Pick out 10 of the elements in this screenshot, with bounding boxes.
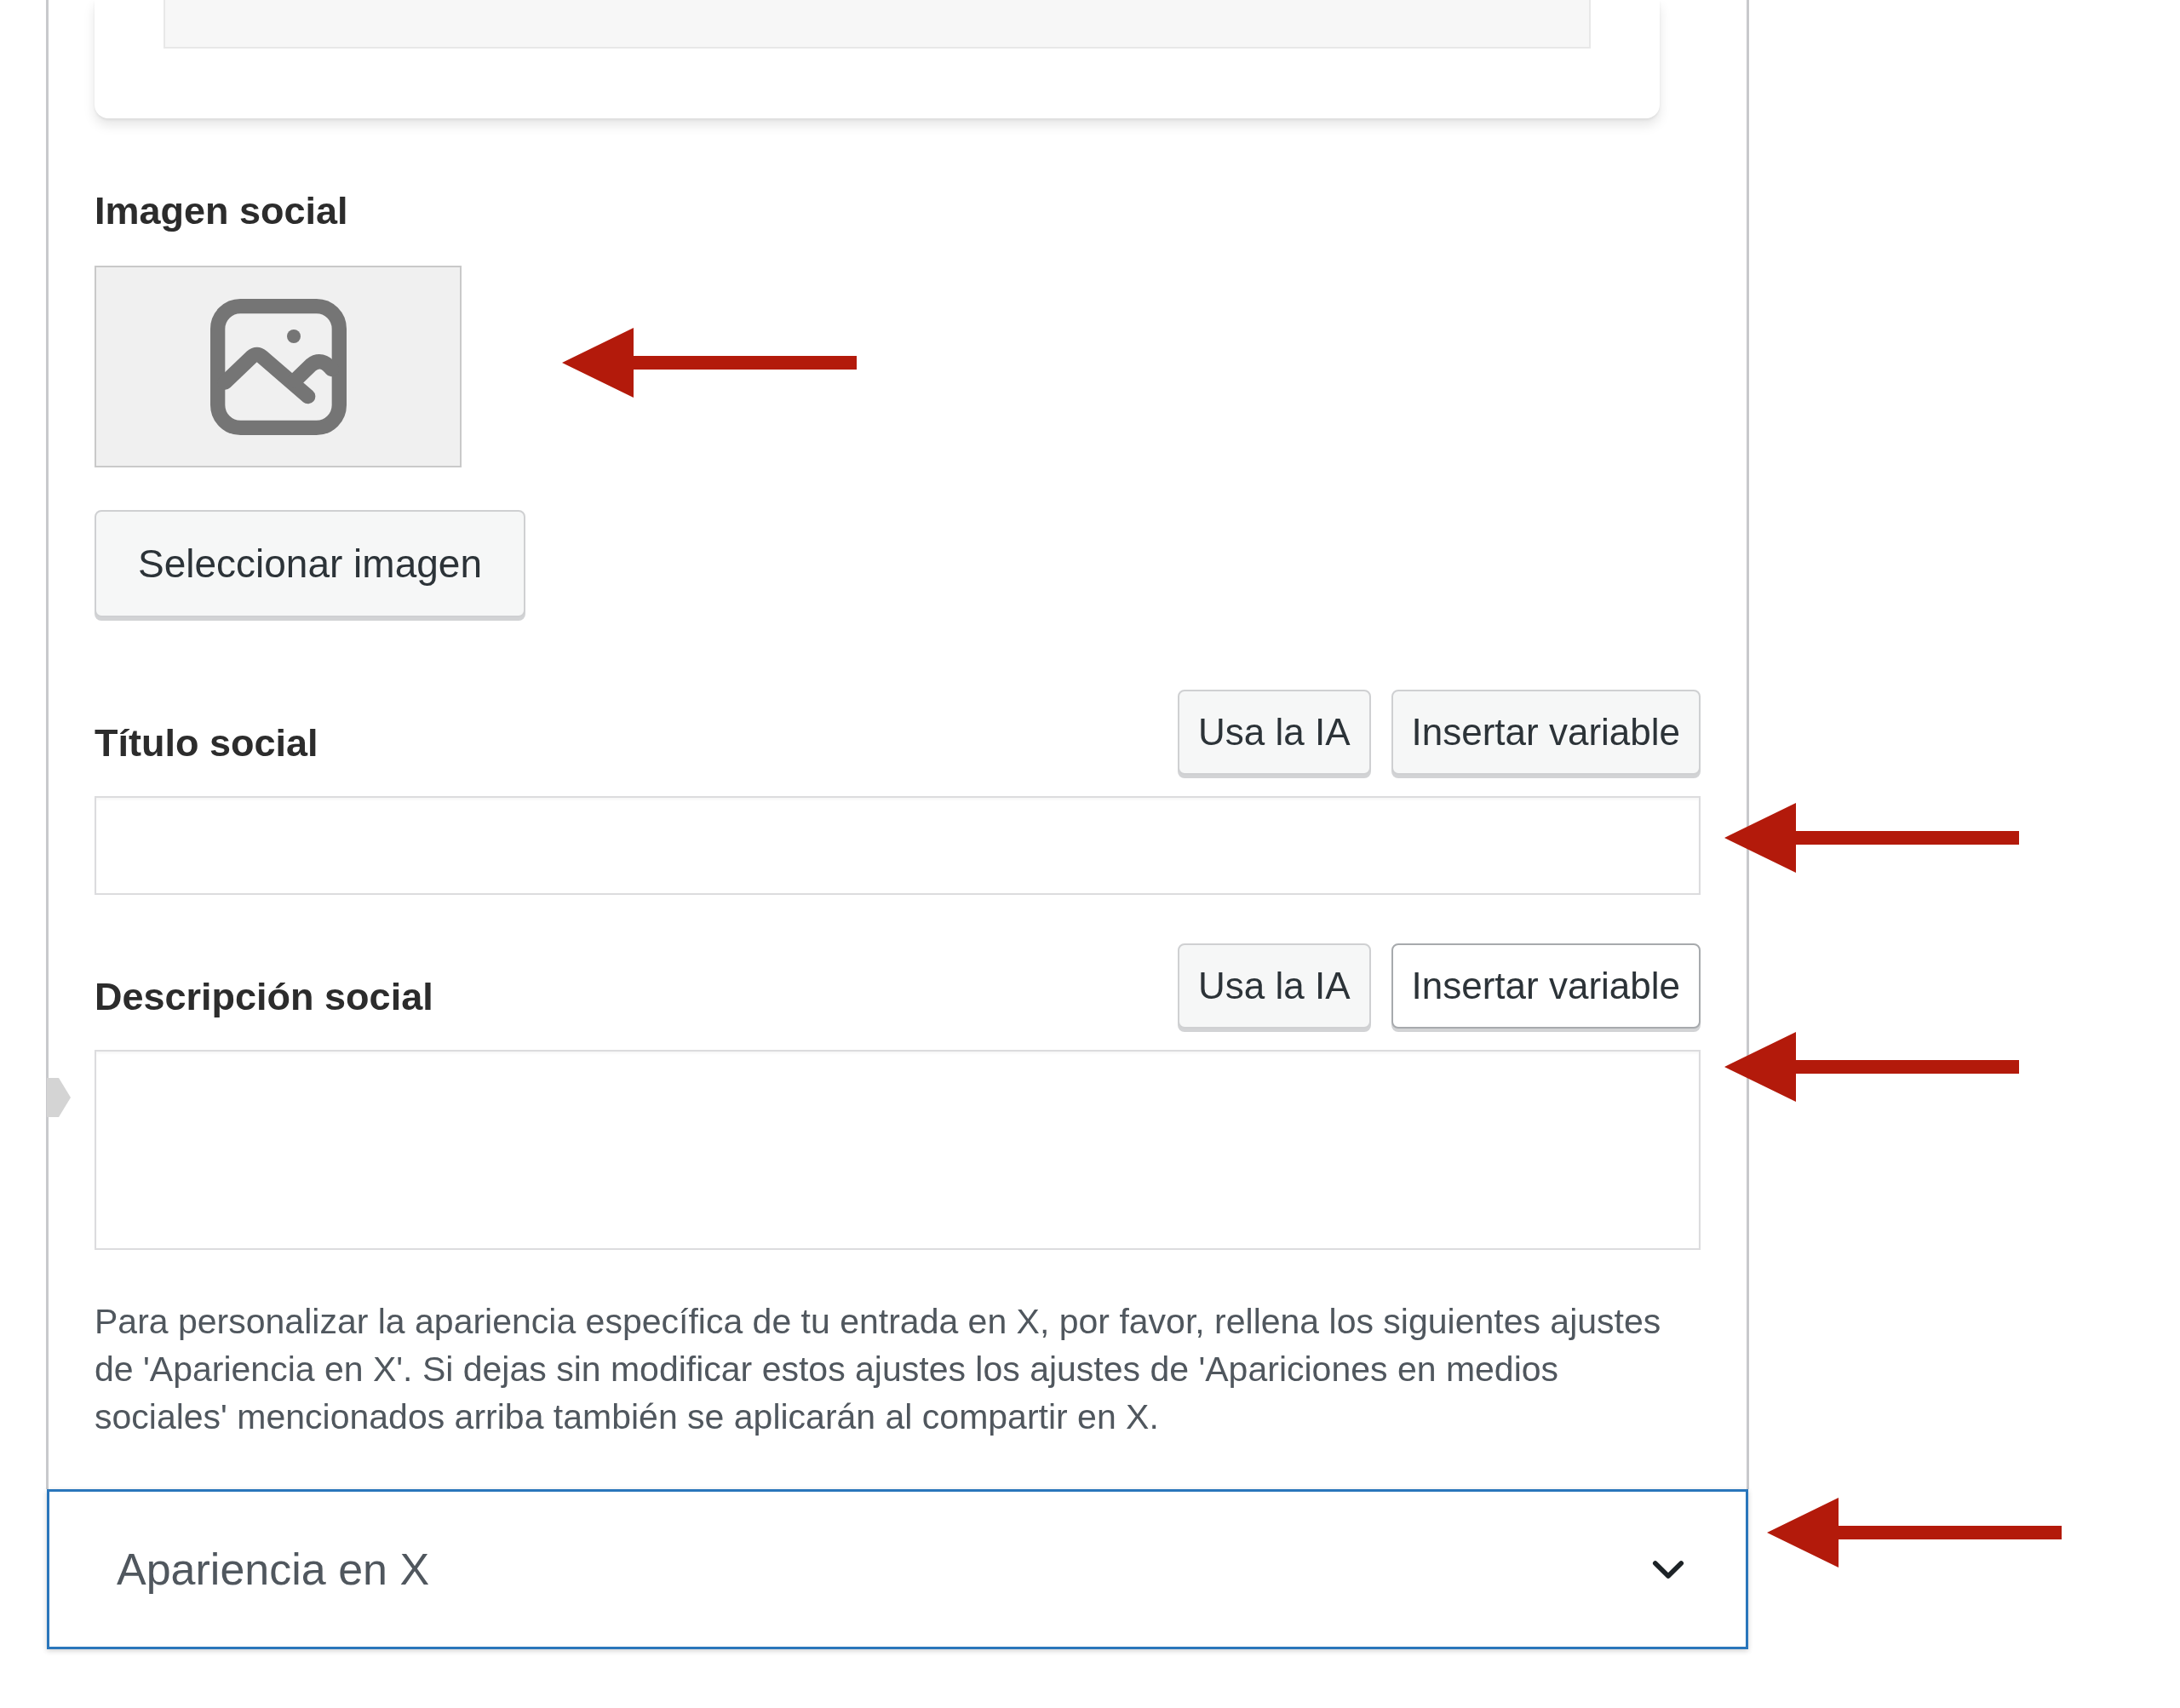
field-label: Título social <box>95 720 318 766</box>
accordion-header[interactable]: Apariencia en X <box>47 1489 1748 1649</box>
image-icon <box>209 298 347 435</box>
textarea-field[interactable] <box>95 1050 1701 1250</box>
field-label: Descripción social <box>95 974 433 1020</box>
field-label: Imagen social <box>95 188 348 234</box>
chevron-down-icon <box>1652 1559 1684 1579</box>
image-placeholder[interactable] <box>95 266 462 467</box>
help-text: Para personalizar la apariencia específica de tu entrada en X, por favor, rellena los siguientes ajustes de 'Apariencia en X'. Si dejas sin modificar estos ajustes los ajustes de 'Apariciones en medios sociales' mencionados arriba también se aplicarán al compartir en X. <box>95 1301 1662 1438</box>
text-input[interactable] <box>95 796 1701 895</box>
